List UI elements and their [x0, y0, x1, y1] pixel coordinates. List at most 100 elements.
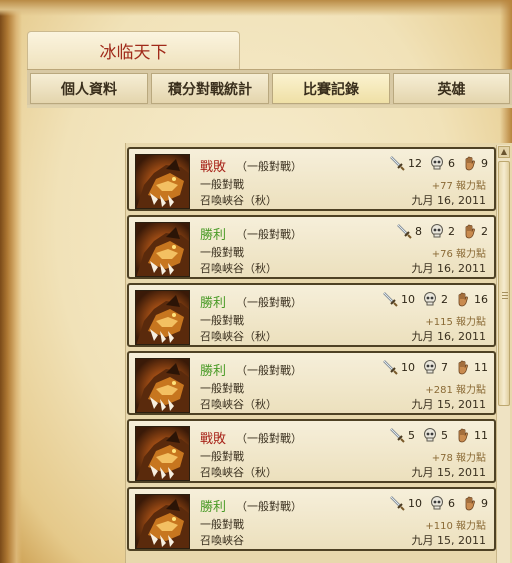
- scrollbar[interactable]: ▲: [496, 145, 510, 563]
- match-history-list: 戰敗 （一般對戰） 一般對戰 召喚峽谷（秋） 12 6 9 +77 報力點 九月 16, 201…: [125, 143, 512, 563]
- hand-icon: [455, 427, 471, 443]
- deaths-count: 2: [441, 292, 448, 306]
- champion-portrait-art: [136, 431, 189, 480]
- tab-divider: [27, 105, 512, 108]
- game-mode: 一般對戰: [200, 382, 244, 395]
- parchment-edge-left: [0, 0, 22, 563]
- match-result: 勝利: [200, 500, 227, 515]
- hand-icon: [462, 495, 478, 511]
- scroll-up-arrow-icon[interactable]: ▲: [498, 146, 510, 158]
- assists-count: 9: [481, 496, 488, 510]
- map-name: 召喚峽谷（秋）: [200, 398, 277, 411]
- tab-ranked-stats-label: 積分對戰統計: [168, 81, 252, 98]
- queue-type: （一般對戰）: [236, 432, 302, 445]
- match-date: 九月 16, 2011: [411, 262, 486, 275]
- tab-ranked-stats[interactable]: 積分對戰統計: [151, 73, 269, 104]
- assists-count: 2: [481, 224, 488, 238]
- match-result: 戰敗: [200, 432, 227, 447]
- sword-icon: [389, 495, 405, 511]
- match-row[interactable]: 勝利 （一般對戰） 一般對戰 召喚峽谷 10 6 9 +110 報力點 九月 15, 2011: [127, 487, 496, 551]
- champion-portrait: [135, 222, 190, 277]
- game-mode: 一般對戰: [200, 178, 244, 191]
- deaths-count: 7: [441, 360, 448, 374]
- champion-portrait-art: [136, 227, 189, 276]
- game-mode: 一般對戰: [200, 246, 244, 259]
- profile-name-tab[interactable]: 冰临天下: [27, 31, 240, 69]
- skull-icon: [429, 495, 445, 511]
- tab-champions[interactable]: 英雄: [393, 73, 510, 104]
- match-date: 九月 16, 2011: [411, 330, 486, 343]
- skull-icon: [422, 359, 438, 375]
- skull-icon: [429, 155, 445, 171]
- champion-portrait: [135, 494, 190, 549]
- scrollbar-thumb[interactable]: [498, 161, 510, 406]
- hand-icon: [455, 359, 471, 375]
- queue-type: （一般對戰）: [236, 364, 302, 377]
- game-mode: 一般對戰: [200, 450, 244, 463]
- kills-count: 10: [401, 292, 415, 306]
- match-row[interactable]: 勝利 （一般對戰） 一般對戰 召喚峽谷（秋） 8 2 2 +76 報力點 九月 16, 2011: [127, 215, 496, 279]
- match-date: 九月 16, 2011: [411, 194, 486, 207]
- match-result: 勝利: [200, 228, 227, 243]
- map-name: 召喚峽谷: [200, 534, 244, 547]
- kda-stats: 10 2 16: [382, 290, 488, 308]
- ip-earned: +281 報力點: [425, 385, 486, 396]
- tab-bar: 個人資料 積分對戰統計 比賽記錄 英雄: [27, 69, 512, 106]
- map-name: 召喚峽谷（秋）: [200, 262, 277, 275]
- hand-icon: [462, 223, 478, 239]
- champion-portrait: [135, 358, 190, 413]
- grip-icon: [502, 292, 508, 299]
- match-result: 勝利: [200, 296, 227, 311]
- kda-stats: 10 6 9: [389, 494, 488, 512]
- sword-icon: [389, 427, 405, 443]
- match-date: 九月 15, 2011: [411, 398, 486, 411]
- champion-portrait: [135, 426, 190, 481]
- sword-icon: [389, 155, 405, 171]
- match-row[interactable]: 戰敗 （一般對戰） 一般對戰 召喚峽谷（秋） 5 5 11 +78 報力點 九月 15, 201…: [127, 419, 496, 483]
- queue-type: （一般對戰）: [236, 296, 302, 309]
- sword-icon: [382, 359, 398, 375]
- match-result: 勝利: [200, 364, 227, 379]
- deaths-count: 5: [441, 428, 448, 442]
- deaths-count: 2: [448, 224, 455, 238]
- skull-icon: [422, 291, 438, 307]
- match-row[interactable]: 勝利 （一般對戰） 一般對戰 召喚峽谷（秋） 10 2 16 +115 報力點 九月 16, 2…: [127, 283, 496, 347]
- parchment-edge-top: [0, 0, 512, 16]
- sword-icon: [382, 291, 398, 307]
- champion-portrait: [135, 154, 190, 209]
- hand-icon: [462, 155, 478, 171]
- map-name: 召喚峽谷（秋）: [200, 330, 277, 343]
- kda-stats: 10 7 11: [382, 358, 488, 376]
- kills-count: 5: [408, 428, 415, 442]
- tab-profile[interactable]: 個人資料: [30, 73, 148, 104]
- kda-stats: 5 5 11: [389, 426, 488, 444]
- assists-count: 9: [481, 156, 488, 170]
- kills-count: 12: [408, 156, 422, 170]
- assists-count: 16: [474, 292, 488, 306]
- match-date: 九月 15, 2011: [411, 466, 486, 479]
- queue-type: （一般對戰）: [236, 500, 302, 513]
- deaths-count: 6: [448, 156, 455, 170]
- ip-earned: +76 報力點: [431, 249, 486, 260]
- queue-type: （一般對戰）: [236, 160, 302, 173]
- skull-icon: [429, 223, 445, 239]
- tab-match-history[interactable]: 比賽記錄: [272, 73, 390, 104]
- map-name: 召喚峽谷（秋）: [200, 194, 277, 207]
- map-name: 召喚峽谷（秋）: [200, 466, 277, 479]
- kills-count: 8: [415, 224, 422, 238]
- match-row[interactable]: 戰敗 （一般對戰） 一般對戰 召喚峽谷（秋） 12 6 9 +77 報力點 九月 16, 201…: [127, 147, 496, 211]
- tab-match-history-label: 比賽記錄: [303, 81, 359, 98]
- kda-stats: 8 2 2: [396, 222, 488, 240]
- profile-name: 冰临天下: [99, 43, 168, 63]
- assists-count: 11: [474, 360, 488, 374]
- kda-stats: 12 6 9: [389, 154, 488, 172]
- hand-icon: [455, 291, 471, 307]
- match-date: 九月 15, 2011: [411, 534, 486, 547]
- match-row[interactable]: 勝利 （一般對戰） 一般對戰 召喚峽谷（秋） 10 7 11 +281 報力點 九月 15, 2…: [127, 351, 496, 415]
- kills-count: 10: [408, 496, 422, 510]
- game-mode: 一般對戰: [200, 314, 244, 327]
- champion-portrait-art: [136, 295, 189, 344]
- champion-portrait-art: [136, 363, 189, 412]
- deaths-count: 6: [448, 496, 455, 510]
- assists-count: 11: [474, 428, 488, 442]
